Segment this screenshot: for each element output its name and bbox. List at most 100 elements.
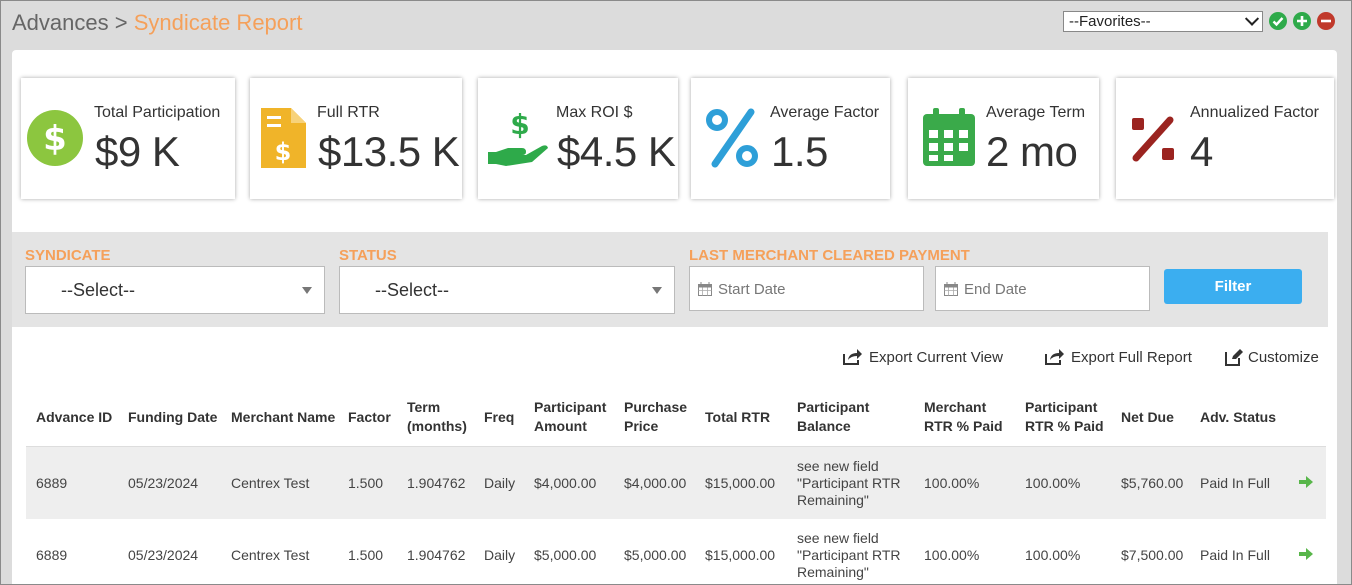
card-label: Average Factor bbox=[770, 104, 880, 121]
calendar-small-icon bbox=[944, 282, 958, 296]
calendar-icon bbox=[923, 108, 975, 166]
cell-term: 1.904762 bbox=[397, 446, 474, 519]
cell-participant-amount: $5,000.00 bbox=[524, 519, 614, 584]
table-row[interactable]: 6889 05/23/2024 Centrex Test 1.500 1.904… bbox=[26, 519, 1326, 584]
dollar-circle-icon: $ bbox=[27, 110, 83, 166]
card-value: $9 K bbox=[95, 128, 180, 175]
filter-button[interactable]: Filter bbox=[1164, 269, 1302, 304]
cell-merchant-rtr-paid: 100.00% bbox=[914, 446, 1015, 519]
caret-down-icon bbox=[652, 287, 662, 294]
col-funding-date[interactable]: Funding Date bbox=[118, 388, 221, 447]
cell-adv-status: Paid In Full bbox=[1190, 519, 1289, 584]
col-participant-amount[interactable]: Participant Amount bbox=[524, 388, 614, 447]
top-bar: Advances > Syndicate Report --Favorites-… bbox=[1, 1, 1351, 45]
card-value: $4.5 K bbox=[557, 128, 676, 175]
syndicate-select-value: --Select-- bbox=[61, 280, 136, 300]
cell-merchant-name: Centrex Test bbox=[221, 446, 338, 519]
cell-participant-balance: see new field "Participant RTR Remaining" bbox=[787, 519, 914, 584]
card-value: 4 bbox=[1190, 128, 1213, 175]
cell-merchant-rtr-paid: 100.00% bbox=[914, 519, 1015, 584]
col-factor[interactable]: Factor bbox=[338, 388, 397, 447]
invoice-dollar-icon: $ bbox=[261, 108, 306, 168]
card-value: 1.5 bbox=[771, 128, 828, 175]
check-icon[interactable] bbox=[1269, 12, 1287, 30]
col-adv-status[interactable]: Adv. Status bbox=[1190, 388, 1289, 447]
remove-favorite-icon[interactable] bbox=[1317, 12, 1335, 30]
col-total-rtr[interactable]: Total RTR bbox=[695, 388, 787, 447]
col-participant-balance[interactable]: Participant Balance bbox=[787, 388, 914, 447]
status-select[interactable]: --Select-- bbox=[339, 266, 675, 314]
arrow-right-icon[interactable] bbox=[1299, 475, 1313, 488]
chevron-down-icon bbox=[1244, 11, 1260, 26]
status-label: STATUS bbox=[339, 247, 397, 264]
favorites-select[interactable]: --Favorites-- bbox=[1063, 11, 1263, 32]
syndicate-select[interactable]: --Select-- bbox=[25, 266, 325, 314]
card-label: Max ROI $ bbox=[556, 104, 633, 121]
card-max-roi: $ Max ROI $ $4.5 K bbox=[478, 78, 678, 199]
cell-total-rtr: $15,000.00 bbox=[695, 519, 787, 584]
card-value: 2 mo bbox=[986, 128, 1078, 175]
breadcrumb-parent[interactable]: Advances bbox=[12, 10, 109, 35]
percent-icon bbox=[706, 108, 758, 168]
cell-purchase-price: $5,000.00 bbox=[614, 519, 695, 584]
card-average-term: Average Term 2 mo bbox=[908, 78, 1099, 199]
col-term[interactable]: Term (months) bbox=[397, 388, 474, 447]
col-participant-rtr-paid[interactable]: Participant RTR % Paid bbox=[1015, 388, 1111, 447]
cell-total-rtr: $15,000.00 bbox=[695, 446, 787, 519]
col-advance-id[interactable]: Advance ID bbox=[26, 388, 118, 447]
favorites-selected: --Favorites-- bbox=[1069, 13, 1151, 30]
caret-down-icon bbox=[302, 287, 312, 294]
cell-participant-rtr-paid: 100.00% bbox=[1015, 446, 1111, 519]
cell-merchant-name: Centrex Test bbox=[221, 519, 338, 584]
export-current-view-label: Export Current View bbox=[869, 349, 1003, 366]
svg-text:$: $ bbox=[43, 119, 67, 159]
card-average-factor: Average Factor 1.5 bbox=[691, 78, 890, 199]
col-merchant-name[interactable]: Merchant Name bbox=[221, 388, 338, 447]
percent-slash-icon bbox=[1132, 116, 1174, 162]
arrow-right-icon[interactable] bbox=[1299, 547, 1313, 560]
row-open-cell bbox=[1289, 519, 1326, 584]
edit-icon bbox=[1225, 349, 1243, 366]
export-full-report-label: Export Full Report bbox=[1071, 349, 1192, 366]
calendar-small-icon bbox=[698, 282, 712, 296]
svg-text:$: $ bbox=[275, 138, 292, 166]
table-header-row: Advance ID Funding Date Merchant Name Fa… bbox=[26, 388, 1326, 447]
hand-dollar-icon: $ bbox=[488, 108, 548, 166]
col-purchase-price[interactable]: Purchase Price bbox=[614, 388, 695, 447]
col-net-due[interactable]: Net Due bbox=[1111, 388, 1190, 447]
card-label: Average Term bbox=[986, 104, 1086, 121]
add-favorite-icon[interactable] bbox=[1293, 12, 1311, 30]
cell-funding-date: 05/23/2024 bbox=[118, 446, 221, 519]
card-label: Full RTR bbox=[317, 104, 380, 121]
svg-text:$: $ bbox=[510, 108, 529, 141]
cell-funding-date: 05/23/2024 bbox=[118, 519, 221, 584]
last-payment-label: LAST MERCHANT CLEARED PAYMENT bbox=[689, 247, 970, 264]
cell-net-due: $7,500.00 bbox=[1111, 519, 1190, 584]
cell-advance-id: 6889 bbox=[26, 519, 118, 584]
cell-net-due: $5,760.00 bbox=[1111, 446, 1190, 519]
card-full-rtr: $ Full RTR $13.5 K bbox=[250, 78, 462, 199]
table-row[interactable]: 6889 05/23/2024 Centrex Test 1.500 1.904… bbox=[26, 446, 1326, 519]
cell-advance-id: 6889 bbox=[26, 446, 118, 519]
end-date-input[interactable]: End Date bbox=[935, 266, 1150, 311]
filter-bar: SYNDICATE --Select-- STATUS --Select-- L… bbox=[12, 232, 1328, 327]
col-freq[interactable]: Freq bbox=[474, 388, 524, 447]
col-merchant-rtr-paid[interactable]: Merchant RTR % Paid bbox=[914, 388, 1015, 447]
card-label: Total Participation bbox=[94, 104, 221, 121]
start-date-input[interactable]: Start Date bbox=[689, 266, 924, 311]
export-icon bbox=[843, 349, 862, 365]
breadcrumb: Advances > Syndicate Report bbox=[12, 10, 302, 36]
syndicate-table: Advance ID Funding Date Merchant Name Fa… bbox=[26, 388, 1326, 584]
card-annualized-factor: Annualized Factor 4 bbox=[1116, 78, 1334, 199]
card-total-participation: $ Total Participation $9 K bbox=[21, 78, 235, 199]
start-date-placeholder: Start Date bbox=[718, 281, 786, 298]
cell-adv-status: Paid In Full bbox=[1190, 446, 1289, 519]
cell-freq: Daily bbox=[474, 446, 524, 519]
cell-participant-amount: $4,000.00 bbox=[524, 446, 614, 519]
cell-factor: 1.500 bbox=[338, 519, 397, 584]
card-value: $13.5 K bbox=[318, 128, 460, 175]
card-label: Annualized Factor bbox=[1190, 104, 1319, 121]
cell-purchase-price: $4,000.00 bbox=[614, 446, 695, 519]
breadcrumb-separator: > bbox=[108, 10, 134, 35]
cell-participant-rtr-paid: 100.00% bbox=[1015, 519, 1111, 584]
